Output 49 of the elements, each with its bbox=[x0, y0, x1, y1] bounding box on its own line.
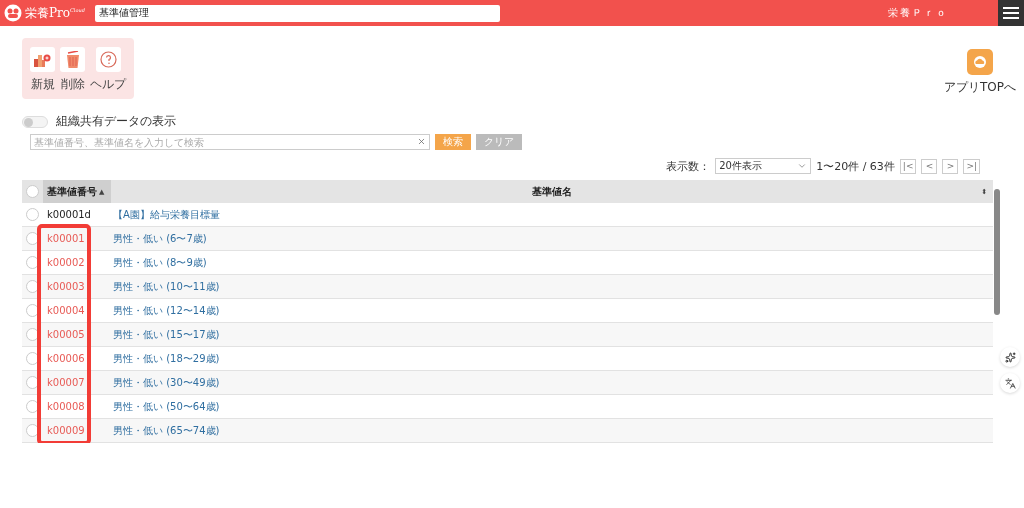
code-cell: k00003 bbox=[47, 281, 85, 292]
page-nav-button[interactable]: >| bbox=[963, 158, 980, 174]
code-cell: k00008 bbox=[47, 401, 85, 412]
name-link[interactable]: 男性・低い (65〜74歳) bbox=[113, 423, 220, 438]
user-name: 栄養Ｐｒｏ bbox=[888, 6, 948, 20]
page-size-label: 表示数： bbox=[666, 158, 711, 174]
shared-data-toggle[interactable] bbox=[22, 115, 48, 128]
page-title-field[interactable]: 基準値管理 bbox=[94, 4, 500, 22]
help-icon bbox=[99, 51, 117, 68]
code-cell: k00001 bbox=[47, 233, 85, 244]
help-tool-button[interactable]: ヘルプ bbox=[90, 47, 126, 93]
name-link[interactable]: 男性・低い (6〜7歳) bbox=[113, 231, 207, 246]
record-range: 1〜20件 / 63件 bbox=[816, 158, 895, 174]
code-cell: k00002 bbox=[47, 257, 85, 268]
sparkle-icon bbox=[1004, 351, 1016, 363]
code-cell: k00004 bbox=[47, 305, 85, 316]
code-cell: k00001d bbox=[47, 209, 91, 220]
cloud-icon bbox=[972, 56, 988, 68]
translate-icon bbox=[1004, 377, 1016, 389]
select-all-radio[interactable] bbox=[26, 185, 39, 198]
code-cell: k00005 bbox=[47, 329, 85, 340]
name-link[interactable]: 【A園】給与栄養目標量 bbox=[113, 207, 220, 222]
name-link[interactable]: 男性・低い (30〜49歳) bbox=[113, 375, 220, 390]
ai-sparkle-button[interactable] bbox=[1000, 347, 1020, 367]
page-nav-button[interactable]: > bbox=[942, 158, 959, 174]
chevron-down-icon bbox=[797, 161, 808, 171]
code-cell: k00006 bbox=[47, 353, 85, 364]
code-cell: k00007 bbox=[47, 377, 85, 388]
name-link[interactable]: 男性・低い (10〜11歳) bbox=[113, 279, 220, 294]
name-link[interactable]: 男性・低い (50〜64歳) bbox=[113, 399, 220, 414]
row-radio[interactable] bbox=[26, 208, 39, 221]
toggle-label: 組織共有データの表示 bbox=[56, 113, 176, 130]
translate-button[interactable] bbox=[1000, 373, 1020, 393]
menu-button[interactable] bbox=[998, 0, 1024, 26]
search-field[interactable]: 基準値番号、基準値名を入力して検索 bbox=[30, 134, 430, 150]
name-link[interactable]: 男性・低い (12〜14歳) bbox=[113, 303, 220, 318]
add-chart-icon bbox=[34, 52, 51, 67]
code-cell: k00009 bbox=[47, 425, 85, 436]
trash-icon bbox=[65, 51, 80, 68]
name-link[interactable]: 男性・低い (8〜9歳) bbox=[113, 255, 207, 270]
page-nav-button[interactable]: < bbox=[921, 158, 938, 174]
clear-icon[interactable] bbox=[417, 137, 426, 146]
page-nav-button[interactable]: |< bbox=[899, 158, 917, 174]
page-size-select[interactable]: 20件表示 bbox=[715, 158, 812, 174]
app-top-button[interactable]: アプリTOPへ bbox=[938, 48, 1022, 97]
name-link[interactable]: 男性・低い (18〜29歳) bbox=[113, 351, 220, 366]
name-link[interactable]: 男性・低い (15〜17歳) bbox=[113, 327, 220, 342]
logo-icon bbox=[4, 4, 22, 22]
logo-text: 栄養Pro$^{Cloud}$ bbox=[25, 4, 85, 22]
